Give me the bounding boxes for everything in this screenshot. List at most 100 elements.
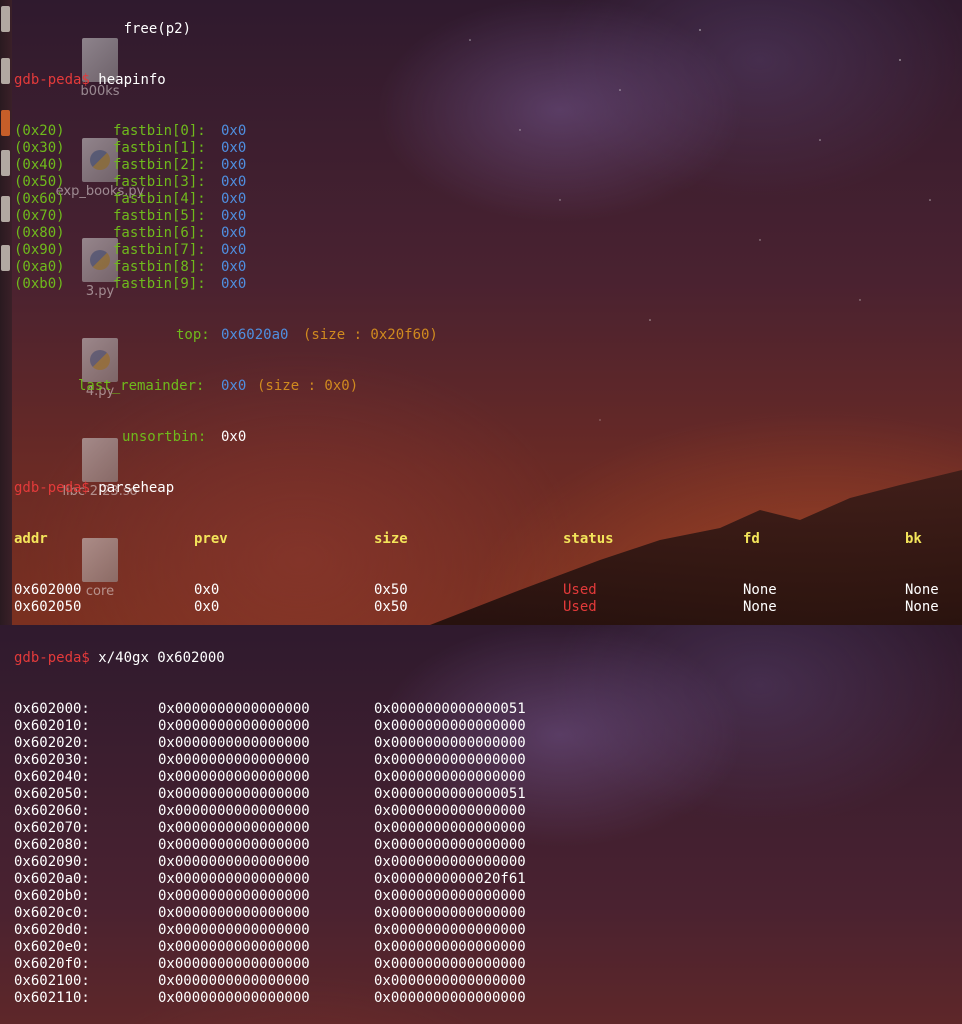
- fastbin-line: (0x50) fastbin[3]: 0x0: [14, 174, 962, 191]
- unsortbin-line: unsortbin: 0x0: [122, 429, 247, 445]
- memory-cell: 0x0000000000000000: [158, 837, 310, 853]
- memory-cell: 0x0000000000000000: [374, 837, 526, 853]
- parseheap-cell: None: [905, 582, 939, 598]
- terminal-line: free(p2): [14, 21, 192, 37]
- launcher-item[interactable]: [1, 150, 10, 176]
- memory-row: 0x6020c0: 0x0000000000000000 0x00000000000…: [14, 905, 962, 922]
- memory-cell: 0x602070:: [14, 820, 90, 836]
- parseheap-header: addr prev size status fd bk: [14, 531, 922, 547]
- memory-cell: 0x0000000000000000: [374, 956, 526, 972]
- parseheap-cell: 0x50: [374, 599, 408, 615]
- fastbin-name: fastbin[4]:: [113, 191, 206, 207]
- memory-cell: 0x602030:: [14, 752, 90, 768]
- memory-cell: 0x0000000000000000: [158, 701, 310, 717]
- memory-row: 0x602080: 0x0000000000000000 0x00000000000…: [14, 837, 962, 854]
- memory-cell: 0x6020f0:: [14, 956, 90, 972]
- fastbin-size: (0xa0): [14, 259, 65, 275]
- memory-cell: 0x6020e0:: [14, 939, 90, 955]
- memory-cell: 0x602000:: [14, 701, 90, 717]
- memory-cell: 0x0000000000000000: [158, 735, 310, 751]
- memory-cell: 0x0000000000020f61: [374, 871, 526, 887]
- fastbin-value: 0x0: [221, 140, 247, 156]
- memory-row: 0x602020: 0x0000000000000000 0x00000000000…: [14, 735, 962, 752]
- memory-cell: 0x602100:: [14, 973, 90, 989]
- fastbin-line: (0xa0) fastbin[8]: 0x0: [14, 259, 962, 276]
- memory-row: 0x6020a0: 0x0000000000000000 0x00000000000…: [14, 871, 962, 888]
- memory-cell: 0x0000000000000000: [374, 854, 526, 870]
- parseheap-cell: None: [743, 599, 777, 615]
- parseheap-cell: Used: [563, 599, 597, 615]
- parseheap-cell: 0x0: [194, 599, 220, 615]
- fastbin-size: (0x50): [14, 174, 65, 190]
- fastbin-value: 0x0: [221, 174, 247, 190]
- memory-cell: 0x0000000000000000: [158, 854, 310, 870]
- memory-cell: 0x0000000000000000: [158, 718, 310, 734]
- memory-row: 0x602060: 0x0000000000000000 0x00000000000…: [14, 803, 962, 820]
- memory-cell: 0x602060:: [14, 803, 90, 819]
- fastbin-name: fastbin[2]:: [113, 157, 206, 173]
- command-line: gdb-peda$ x/40gx 0x602000: [14, 650, 225, 666]
- fastbin-size: (0x30): [14, 140, 65, 156]
- memory-cell: 0x0000000000000000: [374, 922, 526, 938]
- fastbin-size: (0x80): [14, 225, 65, 241]
- memory-cell: 0x0000000000000000: [374, 752, 526, 768]
- launcher-item[interactable]: [1, 196, 10, 222]
- memory-cell: 0x0000000000000000: [158, 769, 310, 785]
- fastbin-name: fastbin[0]:: [113, 123, 206, 139]
- memory-row: 0x6020e0: 0x0000000000000000 0x00000000000…: [14, 939, 962, 956]
- terminal-output[interactable]: free(p2) gdb-peda$ heapinfo (0x20) fastbi…: [14, 0, 962, 1006]
- memory-cell: 0x0000000000000000: [158, 905, 310, 921]
- memory-cell: 0x602110:: [14, 990, 90, 1006]
- memory-cell: 0x0000000000000000: [374, 820, 526, 836]
- launcher-bar: [0, 0, 12, 625]
- memory-cell: 0x0000000000000000: [374, 888, 526, 904]
- fastbin-line: (0x40) fastbin[2]: 0x0: [14, 157, 962, 174]
- memory-cell: 0x0000000000000000: [158, 956, 310, 972]
- fastbin-name: fastbin[5]:: [113, 208, 206, 224]
- memory-cell: 0x6020c0:: [14, 905, 90, 921]
- fastbin-name: fastbin[3]:: [113, 174, 206, 190]
- memory-cell: 0x0000000000000000: [374, 939, 526, 955]
- fastbin-size: (0xb0): [14, 276, 65, 292]
- memory-cell: 0x0000000000000051: [374, 786, 526, 802]
- fastbin-line: (0x20) fastbin[0]: 0x0: [14, 123, 962, 140]
- memory-cell: 0x6020d0:: [14, 922, 90, 938]
- memory-row: 0x602100: 0x0000000000000000 0x00000000000…: [14, 973, 962, 990]
- launcher-item[interactable]: [1, 110, 10, 136]
- launcher-item[interactable]: [1, 6, 10, 32]
- memory-cell: 0x0000000000000000: [158, 888, 310, 904]
- fastbin-value: 0x0: [221, 225, 247, 241]
- fastbin-value: 0x0: [221, 276, 247, 292]
- memory-row: 0x602050: 0x0000000000000000 0x00000000000…: [14, 786, 962, 803]
- memory-cell: 0x602020:: [14, 735, 90, 751]
- fastbin-value: 0x0: [221, 191, 247, 207]
- memory-row: 0x6020f0: 0x0000000000000000 0x00000000000…: [14, 956, 962, 973]
- fastbin-value: 0x0: [221, 157, 247, 173]
- memory-cell: 0x0000000000000000: [374, 973, 526, 989]
- fastbin-size: (0x20): [14, 123, 65, 139]
- fastbin-size: (0x60): [14, 191, 65, 207]
- memory-cell: 0x0000000000000000: [374, 769, 526, 785]
- memory-cell: 0x602040:: [14, 769, 90, 785]
- memory-cell: 0x602090:: [14, 854, 90, 870]
- fastbin-name: fastbin[6]:: [113, 225, 206, 241]
- parseheap-cell: None: [905, 599, 939, 615]
- memory-cell: 0x0000000000000000: [158, 871, 310, 887]
- command-line: gdb-peda$ heapinfo: [14, 72, 166, 88]
- memory-cell: 0x0000000000000000: [158, 786, 310, 802]
- fastbin-line: (0x70) fastbin[5]: 0x0: [14, 208, 962, 225]
- launcher-item[interactable]: [1, 58, 10, 84]
- memory-cell: 0x602010:: [14, 718, 90, 734]
- memory-cell: 0x0000000000000000: [374, 803, 526, 819]
- memory-row: 0x602090: 0x0000000000000000 0x00000000000…: [14, 854, 962, 871]
- memory-cell: 0x0000000000000000: [374, 905, 526, 921]
- parseheap-cell: 0x602000: [14, 582, 82, 598]
- launcher-item[interactable]: [1, 245, 10, 271]
- memory-cell: 0x0000000000000000: [158, 973, 310, 989]
- fastbin-name: fastbin[8]:: [113, 259, 206, 275]
- memory-cell: 0x0000000000000000: [158, 939, 310, 955]
- memory-cell: 0x602080:: [14, 837, 90, 853]
- fastbin-name: fastbin[1]:: [113, 140, 206, 156]
- parseheap-cell: 0x0: [194, 582, 220, 598]
- memory-row: 0x6020b0: 0x0000000000000000 0x00000000000…: [14, 888, 962, 905]
